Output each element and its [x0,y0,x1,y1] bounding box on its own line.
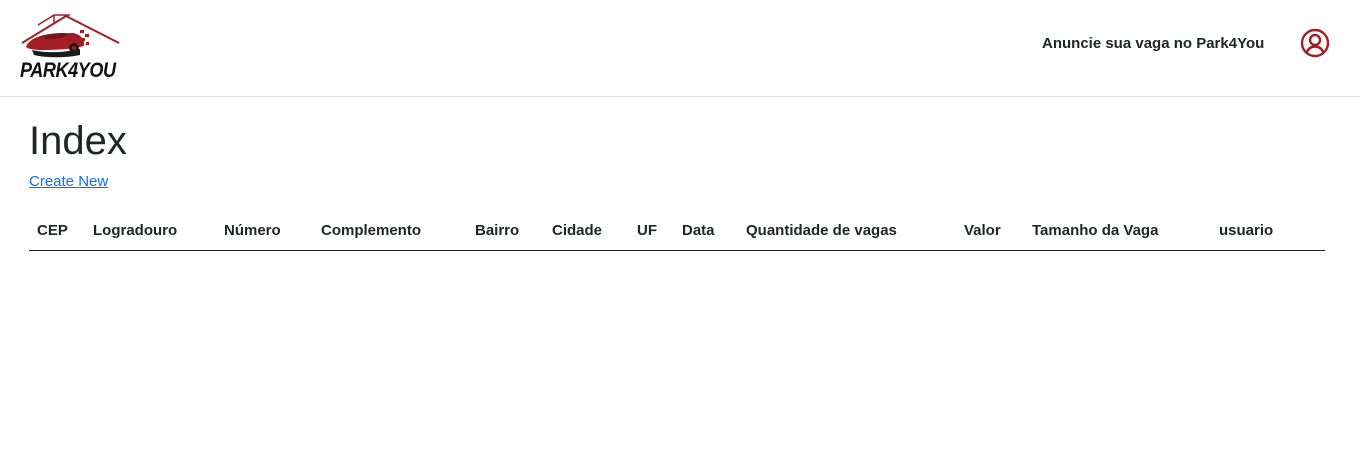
column-header-complemento: Complemento [313,211,467,251]
create-new-link[interactable]: Create New [29,173,108,190]
column-header-valor: Valor [956,211,1024,251]
table-header-row: CEP Logradouro Número Complemento Bairro… [29,211,1325,251]
column-header-data: Data [674,211,738,251]
spots-table: CEP Logradouro Número Complemento Bairro… [29,211,1325,251]
column-header-logradouro: Logradouro [85,211,216,251]
column-header-tamanho-vaga: Tamanho da Vaga [1024,211,1211,251]
column-header-uf: UF [629,211,674,251]
page-title: Index [29,119,127,163]
column-header-cidade: Cidade [544,211,629,251]
park4you-logo[interactable]: PARK4YOU [18,13,122,87]
column-header-usuario: usuario [1211,211,1325,251]
column-header-bairro: Bairro [467,211,544,251]
user-circle-icon[interactable] [1300,28,1330,58]
navbar: PARK4YOU Anuncie sua vaga no Park4You [0,0,1360,97]
house-car-icon [21,14,120,58]
table-header: CEP Logradouro Número Complemento Bairro… [29,211,1325,251]
advertise-spot-link[interactable]: Anuncie sua vaga no Park4You [1042,35,1264,52]
column-header-quantidade-vagas: Quantidade de vagas [738,211,956,251]
brand-name: PARK4YOU [20,59,116,82]
column-header-numero: Número [216,211,313,251]
column-header-cep: CEP [29,211,85,251]
